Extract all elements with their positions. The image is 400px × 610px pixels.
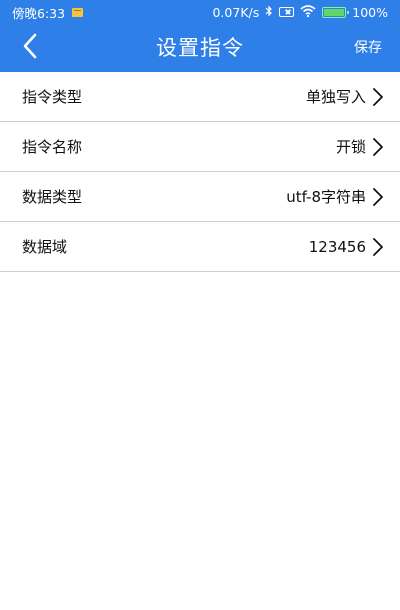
- row-value: 123456: [308, 237, 366, 256]
- title-bar: 设置指令 保存: [0, 24, 400, 72]
- settings-list: 指令类型 单独写入 指令名称 开锁 数据类型 utf-8字符串 数据域 1234…: [0, 72, 400, 272]
- app-screen: 傍晚6:33 0.07K/s 100% 设置指令 保存 指令类型 单独写入 指令…: [0, 0, 400, 610]
- status-left: 傍晚6:33: [12, 3, 84, 22]
- page-title: 设置指令: [156, 36, 244, 60]
- setting-row-data-type[interactable]: 数据类型 utf-8字符串: [0, 172, 400, 222]
- row-right: utf-8字符串: [286, 186, 384, 207]
- status-time: 傍晚6:33: [12, 5, 66, 21]
- battery-icon: [322, 6, 350, 18]
- row-label: 数据域: [22, 238, 68, 256]
- status-right: 0.07K/s 100%: [206, 5, 388, 20]
- row-value: 开锁: [335, 138, 366, 156]
- setting-row-command-type[interactable]: 指令类型 单独写入: [0, 72, 400, 122]
- notification-icon: [72, 7, 84, 17]
- sim-icon: [279, 7, 295, 17]
- row-label: 指令类型: [22, 88, 83, 106]
- row-right: 123456: [309, 237, 384, 257]
- bluetooth-icon: [265, 5, 273, 20]
- row-label: 指令名称: [22, 138, 83, 156]
- chevron-right-icon: [372, 187, 384, 207]
- chevron-right-icon: [372, 137, 384, 157]
- save-button[interactable]: 保存: [346, 24, 390, 72]
- row-value: utf-8字符串: [286, 188, 366, 206]
- setting-row-command-name[interactable]: 指令名称 开锁: [0, 122, 400, 172]
- chevron-left-icon: [22, 33, 38, 63]
- setting-row-data-field[interactable]: 数据域 123456: [0, 222, 400, 272]
- row-right: 单独写入: [306, 86, 384, 107]
- network-speed: 0.07K/s: [212, 4, 260, 20]
- chevron-right-icon: [372, 237, 384, 257]
- back-button[interactable]: [8, 24, 52, 72]
- battery-percent: 100%: [352, 4, 388, 20]
- chevron-right-icon: [372, 87, 384, 107]
- row-label: 数据类型: [22, 188, 83, 206]
- row-value: 单独写入: [305, 88, 366, 106]
- status-bar: 傍晚6:33 0.07K/s 100%: [0, 0, 400, 24]
- wifi-icon: [300, 4, 316, 20]
- row-right: 开锁: [336, 136, 384, 157]
